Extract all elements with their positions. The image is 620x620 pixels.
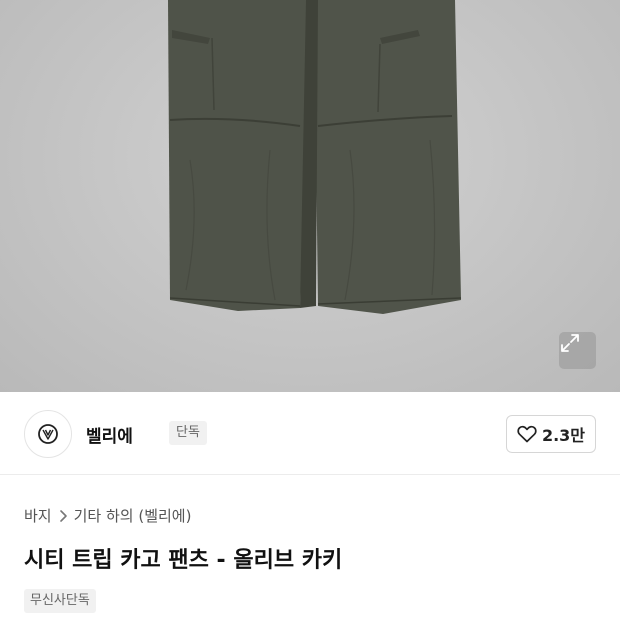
product-title: 시티 트립 카고 팬츠 - 올리브 카키 (24, 548, 343, 573)
brand-logo-icon (38, 424, 58, 444)
breadcrumb-item-pants[interactable]: 바지 (24, 505, 52, 526)
like-button[interactable]: 2.3만 (506, 415, 596, 453)
breadcrumb: 바지 기타 하의 (벨리에) (24, 505, 191, 526)
expand-image-button[interactable] (559, 332, 596, 369)
like-count: 2.3만 (541, 426, 586, 445)
expand-icon (561, 334, 579, 352)
heart-icon (517, 425, 537, 443)
exclusive-badge: 단독 (169, 421, 207, 445)
breadcrumb-item-other-bottoms[interactable]: 기타 하의 (벨리에) (74, 505, 192, 526)
section-divider (0, 474, 620, 475)
cargo-pants-illustration (168, 0, 462, 314)
product-image[interactable] (0, 0, 620, 392)
brand-name[interactable]: 벨리에 (86, 422, 133, 447)
musinsa-exclusive-tag: 무신사단독 (24, 589, 96, 613)
brand-logo[interactable] (24, 410, 72, 458)
chevron-right-icon (58, 509, 68, 523)
brand-row: 벨리에 단독 2.3만 (24, 409, 596, 459)
